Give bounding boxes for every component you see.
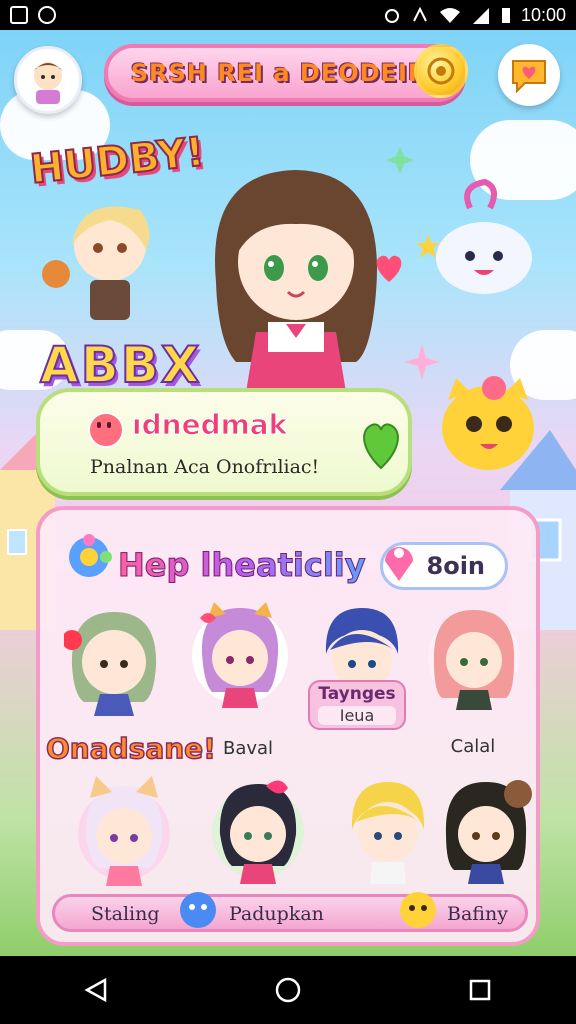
clock: 10:00	[520, 4, 566, 25]
dark-hair-girl-portrait	[445, 780, 532, 884]
home-circle-icon	[275, 977, 301, 1003]
character-card-cat-girl[interactable]	[64, 776, 184, 906]
character-card-baval[interactable]	[180, 600, 300, 730]
character-card-dark-girl[interactable]	[426, 774, 546, 904]
star-sparkle-icon	[386, 146, 414, 174]
signal-icon	[472, 8, 489, 24]
main-brown-hair-girl	[215, 170, 377, 392]
purple-hair-cat-girl-portrait	[192, 602, 288, 708]
gallery-icon	[10, 6, 28, 24]
info-card[interactable]: ıdnedmak Pnalnan Aca Onofrıliac!	[36, 388, 412, 496]
white-hair-cat-girl-portrait	[78, 776, 170, 886]
smile-icon	[88, 412, 124, 448]
score-value: 8oin	[426, 552, 486, 580]
yellow-cat-badge-icon	[400, 892, 436, 928]
character-panel: Hep lheaticliy 8oin Onadsane! Baval Tayn…	[36, 506, 540, 946]
nfc-icon	[413, 6, 427, 22]
score-pill[interactable]: 8oin	[380, 542, 508, 590]
ghost-mascot	[436, 178, 532, 294]
profile-avatar-button[interactable]	[14, 46, 82, 114]
yellow-creature-mascot	[442, 376, 534, 470]
pink-hair-girl-portrait	[428, 610, 520, 710]
heart-icon	[376, 255, 402, 282]
home-button[interactable]	[264, 966, 312, 1014]
blonde-girl-character	[42, 206, 150, 320]
status-bar: 10:00	[0, 0, 576, 30]
back-triangle-icon	[84, 977, 107, 1003]
info-card-title: ıdnedmak	[131, 408, 288, 442]
chat-button[interactable]	[498, 44, 560, 106]
taynges-sublabel: Ieua	[318, 706, 396, 725]
green-heart-icon	[363, 423, 399, 470]
tab-staling[interactable]: Staling	[91, 903, 160, 925]
tab-bafiny[interactable]: Bafiny	[447, 903, 508, 925]
wifi-icon	[439, 8, 460, 23]
black-hair-bow-girl-portrait	[212, 780, 304, 884]
recents-square-icon	[469, 979, 491, 1001]
recents-button[interactable]	[456, 966, 504, 1014]
tab-padupkan[interactable]: Padupkan	[229, 903, 324, 925]
taynges-label: Taynges	[318, 684, 396, 704]
back-button[interactable]	[72, 966, 120, 1014]
info-card-subtitle: Pnalnan Aca Onofrıliac!	[90, 456, 320, 478]
chat-heart-icon	[512, 60, 546, 93]
panel-title: Hep lheaticliy	[118, 546, 367, 585]
sync-icon	[38, 6, 56, 24]
alarm-icon	[384, 9, 399, 23]
abbx-banner-text: ABBX	[39, 335, 202, 395]
onadsane-label: Onadsane!	[45, 731, 216, 766]
battery-icon	[501, 8, 510, 23]
title-banner: SRSH REI a DEODEIR!	[104, 44, 468, 102]
star-sparkle-icon	[404, 344, 440, 380]
calal-label: Calal	[450, 736, 496, 757]
pink-pin-icon	[385, 547, 413, 581]
blue-smile-badge-icon	[180, 892, 216, 928]
character-card-bow-girl[interactable]	[198, 774, 318, 904]
game-title: SRSH REI a DEODEIR!	[130, 59, 440, 87]
star-icon	[416, 234, 440, 258]
game-screen: SRSH REI a DEODEIR! HUDBY! ABBX ıdnedmak…	[0, 30, 576, 956]
coin-button[interactable]	[414, 44, 468, 98]
character-card-onadsane[interactable]	[54, 606, 174, 736]
blonde-boy-portrait	[351, 782, 425, 884]
bottom-tab-strip: Staling Padupkan Bafiny	[52, 892, 528, 932]
green-hair-girl-portrait	[64, 612, 157, 716]
baval-label: Baval	[222, 738, 274, 759]
flower-badge-icon	[69, 534, 112, 577]
taynges-tag: Taynges Ieua	[308, 680, 406, 730]
coin-icon	[427, 57, 455, 85]
system-nav-bar	[0, 956, 576, 1024]
character-card-calal[interactable]	[414, 602, 534, 732]
boy-avatar-icon	[33, 62, 63, 104]
